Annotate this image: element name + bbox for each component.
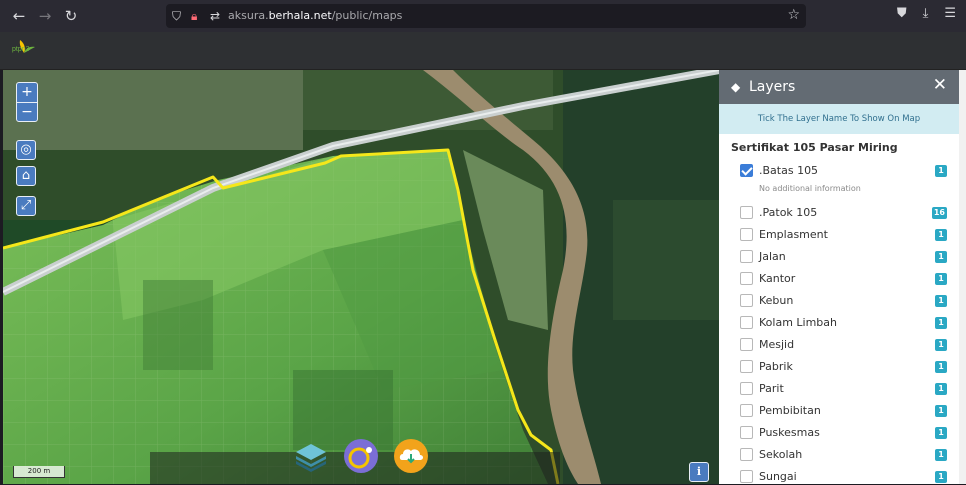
zoom-control: + − xyxy=(16,82,38,122)
scale-bar: 200 m xyxy=(13,466,65,478)
app-header: ptpn3 xyxy=(0,32,966,70)
layer-checkbox[interactable] xyxy=(740,316,753,329)
fullscreen-button[interactable]: ⤢ xyxy=(16,196,36,216)
layer-row[interactable]: Pabrik 1 xyxy=(719,356,959,378)
layer-checkbox[interactable] xyxy=(740,470,753,483)
layer-row[interactable]: Sungai 1 xyxy=(719,466,959,484)
layer-info-text: No additional information xyxy=(759,184,861,193)
layer-list: .Batas 105 1 No additional information .Pat… xyxy=(719,160,959,484)
crosshair-icon: ◎ xyxy=(20,142,32,157)
layers-icon: ◆ xyxy=(731,80,741,94)
layer-checkbox[interactable] xyxy=(740,382,753,395)
layer-checkbox[interactable] xyxy=(740,250,753,263)
layer-count-badge: 1 xyxy=(935,165,947,177)
basemap-switch-button[interactable] xyxy=(343,438,379,474)
layer-row[interactable]: Parit 1 xyxy=(719,378,959,400)
download-icon[interactable]: ⤓ xyxy=(923,6,929,21)
layer-name[interactable]: Puskesmas xyxy=(759,426,820,439)
locate-me-button[interactable]: ◎ xyxy=(16,140,36,160)
layer-name[interactable]: Kantor xyxy=(759,272,795,285)
expand-icon: ⤢ xyxy=(20,198,32,213)
pocket-icon[interactable]: ⛊ xyxy=(897,6,907,21)
layer-row[interactable]: Sekolah 1 xyxy=(719,444,959,466)
layer-checkbox[interactable] xyxy=(740,448,753,461)
layer-row[interactable]: Kolam Limbah 1 xyxy=(719,312,959,334)
address-bar[interactable]: ⛉ 🔒︎ ⇄ aksura.berhala.net/public/maps ☆ xyxy=(166,4,806,28)
layer-count-badge: 1 xyxy=(935,361,947,373)
layers-toggle-button[interactable] xyxy=(293,438,329,474)
download-map-button[interactable] xyxy=(393,438,429,474)
layer-name[interactable]: Sekolah xyxy=(759,448,802,461)
layer-name[interactable]: Kolam Limbah xyxy=(759,316,837,329)
layer-count-badge: 1 xyxy=(935,449,947,461)
info-button[interactable]: i xyxy=(689,462,709,482)
layer-count-badge: 1 xyxy=(935,317,947,329)
layer-row[interactable]: Jalan 1 xyxy=(719,246,959,268)
layer-row[interactable]: .Batas 105 1 xyxy=(719,160,959,182)
permissions-icon[interactable]: ⇄ xyxy=(210,7,220,25)
home-icon: ⌂ xyxy=(21,168,31,183)
layer-count-badge: 1 xyxy=(935,339,947,351)
close-icon[interactable]: ✕ xyxy=(933,75,947,95)
layer-group-title: Sertifikat 105 Pasar Miring xyxy=(731,141,898,154)
layer-checkbox[interactable] xyxy=(740,228,753,241)
zoom-in-button[interactable]: + xyxy=(17,83,37,102)
page-scrollbar[interactable] xyxy=(959,70,966,484)
layer-row[interactable]: Puskesmas 1 xyxy=(719,422,959,444)
layer-name[interactable]: Jalan xyxy=(759,250,786,263)
layer-row[interactable]: Pembibitan 1 xyxy=(719,400,959,422)
layer-name[interactable]: .Batas 105 xyxy=(759,164,818,177)
url-text[interactable]: aksura.berhala.net/public/maps xyxy=(228,9,402,22)
layer-checkbox[interactable] xyxy=(740,338,753,351)
layer-name[interactable]: Pembibitan xyxy=(759,404,821,417)
layer-count-badge: 1 xyxy=(935,405,947,417)
forward-arrow-icon[interactable]: → xyxy=(34,6,56,26)
layers-panel-title: Layers xyxy=(749,79,796,95)
layer-count-badge: 1 xyxy=(935,295,947,307)
home-extent-button[interactable]: ⌂ xyxy=(16,166,36,186)
layer-row[interactable]: Kantor 1 xyxy=(719,268,959,290)
back-arrow-icon[interactable]: ← xyxy=(8,6,30,26)
browser-toolbar: ← → ↻ ⛉ 🔒︎ ⇄ aksura.berhala.net/public/m… xyxy=(0,0,966,32)
layers-hint: Tick The Layer Name To Show On Map xyxy=(719,104,959,134)
layer-name[interactable]: Emplasment xyxy=(759,228,828,241)
layers-panel: ◆ Layers ✕ Tick The Layer Name To Show O… xyxy=(719,70,959,484)
layer-checkbox[interactable] xyxy=(740,164,753,177)
layer-name[interactable]: Kebun xyxy=(759,294,793,307)
layer-name[interactable]: Sungai xyxy=(759,470,797,483)
layer-row[interactable]: .Patok 105 16 xyxy=(719,202,959,224)
layer-count-badge: 1 xyxy=(935,471,947,483)
satellite-imagery xyxy=(3,70,719,484)
layer-count-badge: 1 xyxy=(935,427,947,439)
lock-icon[interactable]: 🔒︎ xyxy=(191,7,197,25)
layer-checkbox[interactable] xyxy=(740,294,753,307)
layer-checkbox[interactable] xyxy=(740,272,753,285)
zoom-out-button[interactable]: − xyxy=(17,102,37,121)
layer-name[interactable]: Mesjid xyxy=(759,338,794,351)
layer-row[interactable]: Kebun 1 xyxy=(719,290,959,312)
layer-row[interactable]: Emplasment 1 xyxy=(719,224,959,246)
reload-icon[interactable]: ↻ xyxy=(60,6,82,26)
layer-checkbox[interactable] xyxy=(740,206,753,219)
layer-count-badge: 1 xyxy=(935,383,947,395)
layer-count-badge: 16 xyxy=(931,207,947,219)
logo-text: ptpn3 xyxy=(12,46,30,53)
layer-name[interactable]: .Patok 105 xyxy=(759,206,817,219)
layer-count-badge: 1 xyxy=(935,273,947,285)
layer-name[interactable]: Parit xyxy=(759,382,784,395)
bookmark-star-icon[interactable]: ☆ xyxy=(787,7,800,23)
layer-count-badge: 1 xyxy=(935,229,947,241)
layer-checkbox[interactable] xyxy=(740,426,753,439)
layers-panel-header: ◆ Layers ✕ xyxy=(719,70,959,104)
layer-count-badge: 1 xyxy=(935,251,947,263)
layer-row[interactable]: Mesjid 1 xyxy=(719,334,959,356)
shield-icon[interactable]: ⛉ xyxy=(172,7,181,25)
map-canvas[interactable]: + − ◎ ⌂ ⤢ 200 m i xyxy=(3,70,719,484)
layer-checkbox[interactable] xyxy=(740,404,753,417)
layer-checkbox[interactable] xyxy=(740,360,753,373)
layer-name[interactable]: Pabrik xyxy=(759,360,793,373)
menu-icon[interactable]: ☰ xyxy=(944,6,956,21)
browser-tools: ⛊ ⤓ ☰ xyxy=(897,6,956,21)
